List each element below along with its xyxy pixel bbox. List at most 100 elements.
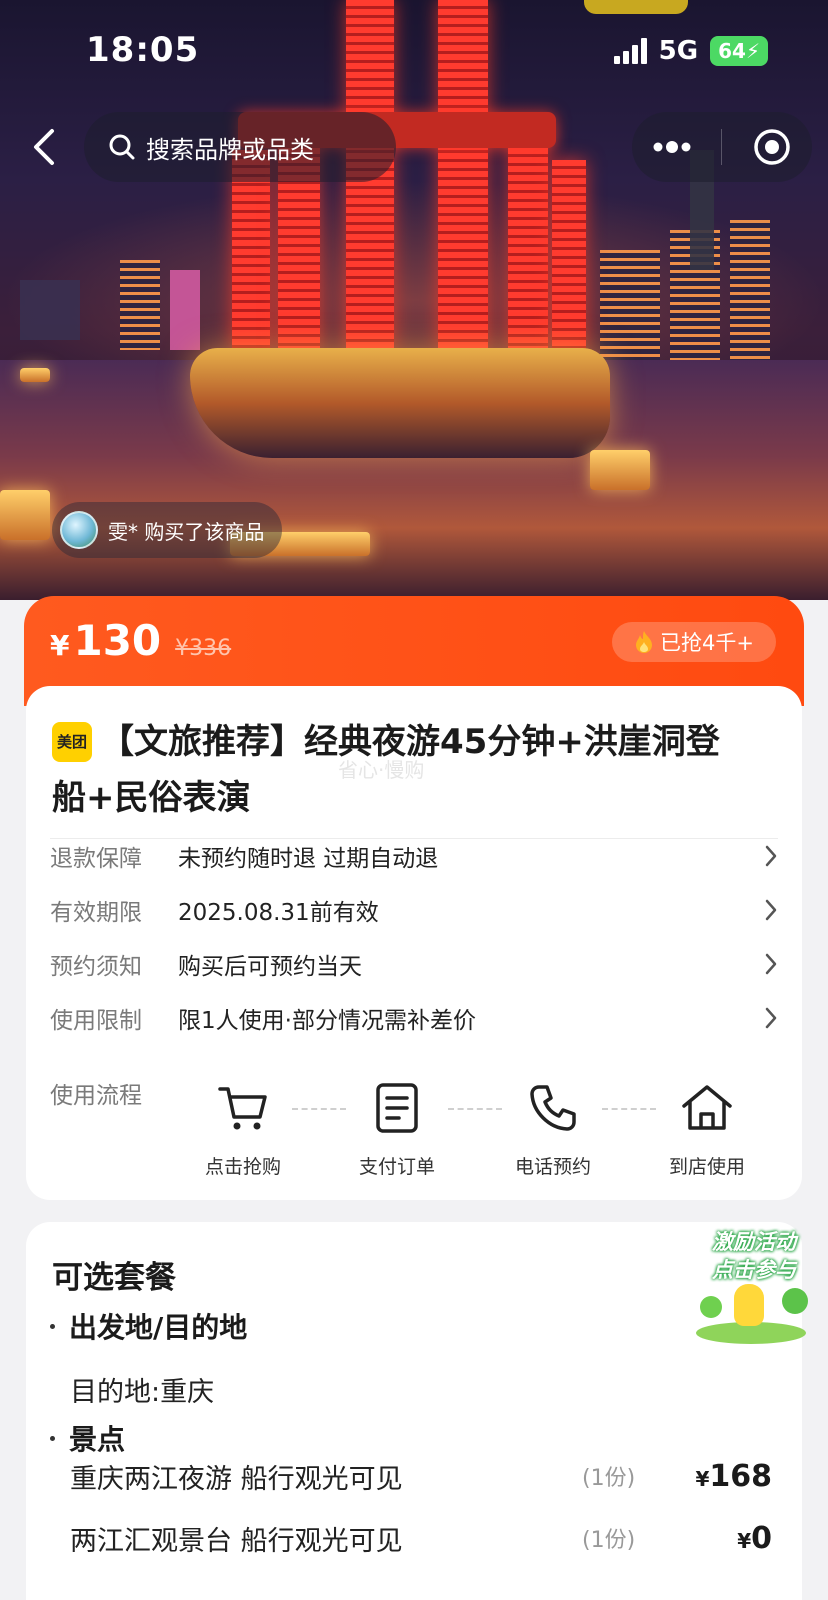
watermark: 省心·慢购: [338, 758, 425, 782]
flow-step-label: 电话预约: [514, 1156, 591, 1178]
package-name: 两江汇观景台 船行观光可见: [70, 1525, 403, 1557]
signal-icon: [613, 38, 647, 64]
status-icons: 5G 64⚡: [613, 36, 768, 66]
package-item[interactable]: 重庆两江夜游 船行观光可见 (1份) ¥168: [70, 1454, 772, 1498]
promo-line2: 点击参与: [712, 1258, 796, 1282]
recent-buyer-notice: 雯* 购买了该商品: [52, 502, 283, 558]
capsule-divider: [721, 129, 723, 165]
flow-connector: [448, 1108, 502, 1110]
podium: [190, 348, 610, 458]
tree-icon: [782, 1288, 808, 1314]
buyer-notice-text: 雯* 购买了该商品: [108, 519, 265, 544]
promo-activity-button[interactable]: 激励活动 点击参与: [690, 1222, 816, 1350]
background-building: [170, 270, 200, 350]
tower: [508, 130, 548, 350]
document-icon: [342, 1080, 452, 1136]
meituan-badge: 美团: [52, 722, 92, 762]
info-label: 使用限制: [50, 1008, 142, 1034]
section-title: 可选套餐: [52, 1260, 176, 1296]
info-row-refund[interactable]: 退款保障 未预约随时退 过期自动退: [50, 836, 778, 876]
price-currency: ¥: [737, 1528, 752, 1553]
search-placeholder: 搜索品牌或品类: [146, 135, 314, 164]
home-icon: [652, 1080, 762, 1136]
tower: [438, 0, 488, 350]
flow-step-call: 电话预约: [498, 1080, 608, 1179]
section-heading: 景点: [50, 1418, 125, 1458]
info-label: 有效期限: [50, 900, 142, 926]
network-type: 5G: [658, 36, 699, 66]
phone-icon: [498, 1080, 608, 1136]
original-price: ¥336: [175, 636, 232, 661]
package-qty: (1份): [582, 1528, 636, 1553]
flow-step-label: 支付订单: [358, 1156, 435, 1178]
info-label: 预约须知: [50, 954, 142, 980]
flow-step-buy: 点击抢购: [188, 1080, 298, 1179]
destination-text: 目的地:重庆: [70, 1377, 215, 1408]
bullet: [50, 1435, 55, 1441]
mascot-icon: [734, 1284, 764, 1326]
sold-count-badge: 已抢4千+: [612, 622, 776, 662]
tree-icon: [700, 1296, 722, 1318]
status-time: 18:05: [86, 30, 200, 70]
price-value: 168: [709, 1458, 772, 1494]
current-price: 130: [73, 616, 162, 665]
sold-count: 已抢4千+: [660, 631, 754, 655]
package-qty: (1份): [582, 1466, 636, 1491]
price-currency: ¥: [50, 629, 70, 662]
price-value: 0: [751, 1520, 772, 1556]
flow-connector: [602, 1108, 656, 1110]
more-button[interactable]: [642, 117, 702, 177]
boat: [590, 450, 650, 490]
info-row-validity[interactable]: 有效期限 2025.08.31前有效: [50, 890, 778, 930]
flow-step-visit: 到店使用: [652, 1080, 762, 1179]
battery-icon: 64⚡: [710, 36, 768, 66]
info-value: 2025.08.31前有效: [178, 900, 379, 926]
avatar: [60, 511, 98, 549]
section-heading: 出发地/目的地: [50, 1306, 247, 1346]
price-currency: ¥: [695, 1466, 710, 1491]
info-row-usage-limit[interactable]: 使用限制 限1人使用·部分情况需补差价: [50, 998, 778, 1038]
target-icon: [754, 129, 790, 165]
bullet: [50, 1323, 55, 1329]
usage-flow-label: 使用流程: [50, 1083, 142, 1109]
chevron-right-icon: [748, 898, 778, 922]
chevron-left-icon: [34, 129, 54, 165]
flow-step-label: 到店使用: [668, 1156, 745, 1178]
status-indicator: [584, 0, 688, 14]
section-heading-text: 景点: [69, 1423, 126, 1456]
battery-level: 64: [718, 39, 746, 63]
chevron-right-icon: [748, 952, 778, 976]
package-item[interactable]: 两江汇观景台 船行观光可见 (1份) ¥0: [70, 1516, 772, 1560]
close-mini-program-button[interactable]: [742, 117, 802, 177]
package-options-card: 可选套餐 出发地/目的地 目的地:重庆 景点 重庆两江夜游 船行观光可见 (1份…: [26, 1222, 802, 1600]
promo-line1: 激励活动: [712, 1230, 796, 1254]
mini-program-capsule: [632, 112, 812, 182]
info-value: 限1人使用·部分情况需补差价: [178, 1008, 476, 1034]
back-button[interactable]: [18, 120, 68, 174]
section-heading-text: 出发地/目的地: [69, 1311, 248, 1344]
tower: [552, 160, 586, 350]
background-building: [730, 220, 770, 360]
more-icon: [653, 141, 691, 153]
price: ¥ 130 ¥336: [50, 616, 231, 665]
background-building: [120, 260, 160, 350]
boat: [0, 490, 50, 540]
package-name: 重庆两江夜游 船行观光可见: [70, 1463, 403, 1495]
background-building: [600, 250, 660, 360]
info-row-booking[interactable]: 预约须知 购买后可预约当天: [50, 944, 778, 984]
info-value: 未预约随时退 过期自动退: [178, 846, 439, 872]
flow-connector: [292, 1108, 346, 1110]
chevron-right-icon: [748, 844, 778, 868]
search-icon: [109, 134, 135, 160]
info-label: 退款保障: [50, 846, 142, 872]
flow-step-label: 点击抢购: [204, 1156, 281, 1178]
package-price: ¥0: [692, 1521, 772, 1556]
flow-step-pay: 支付订单: [342, 1080, 452, 1179]
package-price: ¥168: [692, 1459, 772, 1494]
info-value: 购买后可预约当天: [178, 954, 362, 980]
chevron-right-icon: [748, 1006, 778, 1030]
boat: [20, 368, 50, 382]
cart-icon: [188, 1080, 298, 1136]
fire-icon: [636, 631, 653, 653]
search-bar[interactable]: 搜索品牌或品类: [84, 112, 396, 182]
